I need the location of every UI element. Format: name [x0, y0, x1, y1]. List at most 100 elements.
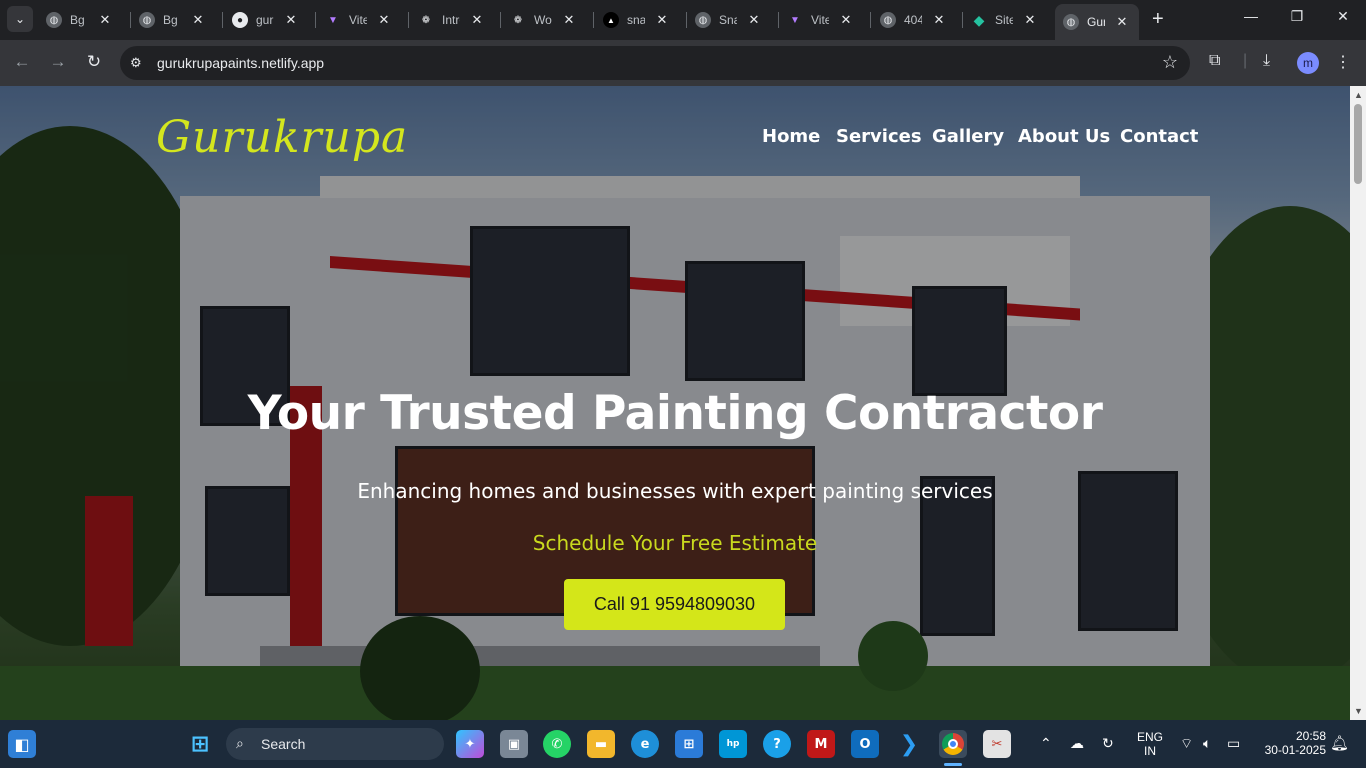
vscode-icon[interactable]: ❯	[895, 730, 923, 758]
browser-tab-active[interactable]: ◍ Guru ✕	[1055, 4, 1139, 40]
extensions-icon[interactable]: ⧉	[1209, 52, 1220, 70]
globe-icon: ◍	[695, 12, 711, 28]
tab-title: Guru	[1087, 15, 1105, 29]
widgets-icon[interactable]: ◧	[8, 730, 36, 758]
browser-tab[interactable]: ◍ Bg c ✕	[46, 4, 112, 36]
reload-button[interactable]: ↻	[82, 52, 106, 72]
close-tab-icon[interactable]: ✕	[1023, 12, 1037, 28]
browser-tab[interactable]: ❁ Intro ✕	[418, 4, 484, 36]
downloads-icon[interactable]: ⤓	[1263, 52, 1270, 70]
taskbar-search[interactable]: ⌕ Search	[226, 728, 444, 760]
close-tab-icon[interactable]: ✕	[562, 12, 576, 28]
browser-tab[interactable]: ◍ 404 ✕	[880, 4, 946, 36]
sync-icon[interactable]: ↻	[1102, 735, 1114, 752]
forward-button[interactable]: →	[46, 52, 70, 72]
new-tab-button[interactable]: +	[1152, 9, 1164, 29]
close-tab-icon[interactable]: ✕	[377, 12, 391, 28]
outlook-icon[interactable]: O	[851, 730, 879, 758]
hero-subheadline: Enhancing homes and businesses with expe…	[357, 479, 993, 503]
browser-tab[interactable]: ▼ Vite ✕	[787, 4, 853, 36]
close-tab-icon[interactable]: ✕	[655, 12, 669, 28]
address-bar[interactable]: ⚙ gurukrupapaints.netlify.app ☆	[120, 46, 1190, 80]
task-view-icon[interactable]: ▣	[500, 730, 528, 758]
file-explorer-icon[interactable]: ▬	[587, 730, 615, 758]
close-tab-icon[interactable]: ✕	[932, 12, 946, 28]
snipping-tool-icon[interactable]: ✂	[983, 730, 1011, 758]
copilot-icon[interactable]: ✦	[456, 730, 484, 758]
nav-services[interactable]: Services	[836, 126, 922, 147]
close-tab-icon[interactable]: ✕	[470, 12, 484, 28]
minimize-button[interactable]: —	[1228, 8, 1274, 24]
browser-tab[interactable]: ● guru ✕	[232, 4, 298, 36]
site-logo[interactable]: Gurukrupa	[156, 112, 408, 163]
url-text[interactable]: gurukrupapaints.netlify.app	[157, 55, 324, 71]
tab-title: 404	[904, 13, 922, 27]
close-tab-icon[interactable]: ✕	[839, 12, 853, 28]
browser-tab[interactable]: ◆ Site ✕	[971, 4, 1037, 36]
browser-tab[interactable]: ◍ Snak ✕	[695, 4, 761, 36]
edge-icon[interactable]: e	[631, 730, 659, 758]
browser-tab[interactable]: ▼ Vite ✕	[325, 4, 391, 36]
triangle-icon: ▲	[603, 12, 619, 28]
whatsapp-icon[interactable]: ✆	[543, 730, 571, 758]
help-icon[interactable]: ?	[763, 730, 791, 758]
region-code: IN	[1144, 744, 1156, 758]
date-text: 30-01-2025	[1264, 743, 1326, 757]
tab-title: Bg c	[70, 13, 88, 27]
volume-icon[interactable]: 🔈︎	[1203, 735, 1211, 752]
scroll-up-arrow-icon[interactable]: ▲	[1354, 90, 1363, 100]
globe-icon: ◍	[46, 12, 62, 28]
hero-section: Gurukrupa Home Services Gallery About Us…	[0, 86, 1350, 720]
estimate-cta-text: Schedule Your Free Estimate	[532, 531, 818, 555]
close-tab-icon[interactable]: ✕	[284, 12, 298, 28]
clock[interactable]: 20:58 30-01-2025	[1256, 729, 1326, 757]
tab-title: snak	[627, 13, 645, 27]
vite-icon: ▼	[790, 14, 800, 26]
nav-about-us[interactable]: About Us	[1018, 126, 1110, 147]
store-icon[interactable]: ⊞	[675, 730, 703, 758]
notification-bell-icon[interactable]: 🔔︎	[1330, 734, 1349, 752]
tab-search-menu-button[interactable]: ⌄	[7, 6, 33, 32]
nav-home[interactable]: Home	[762, 126, 820, 147]
start-icon[interactable]: ⊞	[186, 730, 214, 758]
search-icon: ⌕	[236, 735, 244, 751]
back-button[interactable]: ←	[10, 52, 34, 72]
tab-title: Wor	[534, 13, 552, 27]
bookmark-star-icon[interactable]: ☆	[1162, 52, 1178, 73]
scroll-thumb[interactable]	[1354, 104, 1362, 184]
close-tab-icon[interactable]: ✕	[1115, 14, 1129, 30]
wifi-icon[interactable]: ⌔	[1180, 735, 1193, 753]
globe-icon: ◍	[1063, 14, 1079, 30]
language-indicator[interactable]: ENG IN	[1132, 730, 1168, 758]
battery-icon[interactable]: ▭	[1227, 735, 1240, 752]
call-button[interactable]: Call 91 9594809030	[564, 579, 785, 630]
vite-icon: ▼	[328, 14, 338, 26]
onedrive-icon[interactable]: ☁	[1070, 735, 1084, 752]
restore-button[interactable]: ❐	[1274, 8, 1320, 25]
tab-title: Snak	[719, 13, 737, 27]
browser-tab[interactable]: ◍ Bg c ✕	[139, 4, 205, 36]
tab-title: Site	[995, 13, 1013, 27]
time-text: 20:58	[1295, 729, 1326, 743]
tab-title: Bg c	[163, 13, 181, 27]
scroll-down-arrow-icon[interactable]: ▼	[1354, 706, 1363, 716]
browser-tab-strip: ⌄ ◍ Bg c ✕ ◍ Bg c ✕ ● guru ✕ ▼ Vite ✕ ❁ …	[0, 0, 1366, 40]
chrome-icon[interactable]	[939, 730, 967, 758]
browser-tab[interactable]: ❁ Wor ✕	[510, 4, 576, 36]
close-tab-icon[interactable]: ✕	[747, 12, 761, 28]
nav-contact[interactable]: Contact	[1120, 126, 1198, 147]
windows-taskbar: ◧ ⊞ ⌕ Search ✦ ▣ ✆ ▬ e ⊞ hp ? M O ❯ ✂ ⌃ …	[0, 720, 1366, 768]
browser-tab[interactable]: ▲ snak ✕	[603, 4, 669, 36]
close-window-button[interactable]: ✕	[1320, 8, 1366, 25]
nav-gallery[interactable]: Gallery	[932, 126, 1004, 147]
mcafee-icon[interactable]: M	[807, 730, 835, 758]
menu-icon[interactable]: ⋮	[1335, 52, 1351, 72]
site-info-icon[interactable]: ⚙	[130, 55, 142, 71]
page-scrollbar[interactable]: ▲ ▼	[1350, 86, 1366, 720]
profile-avatar[interactable]: m	[1297, 52, 1319, 74]
browser-toolbar: ← → ↻ ⚙ gurukrupapaints.netlify.app ☆ ⧉ …	[0, 40, 1366, 86]
myhp-icon[interactable]: hp	[719, 730, 747, 758]
show-hidden-icons-icon[interactable]: ⌃	[1040, 735, 1052, 752]
close-tab-icon[interactable]: ✕	[191, 12, 205, 28]
close-tab-icon[interactable]: ✕	[98, 12, 112, 28]
